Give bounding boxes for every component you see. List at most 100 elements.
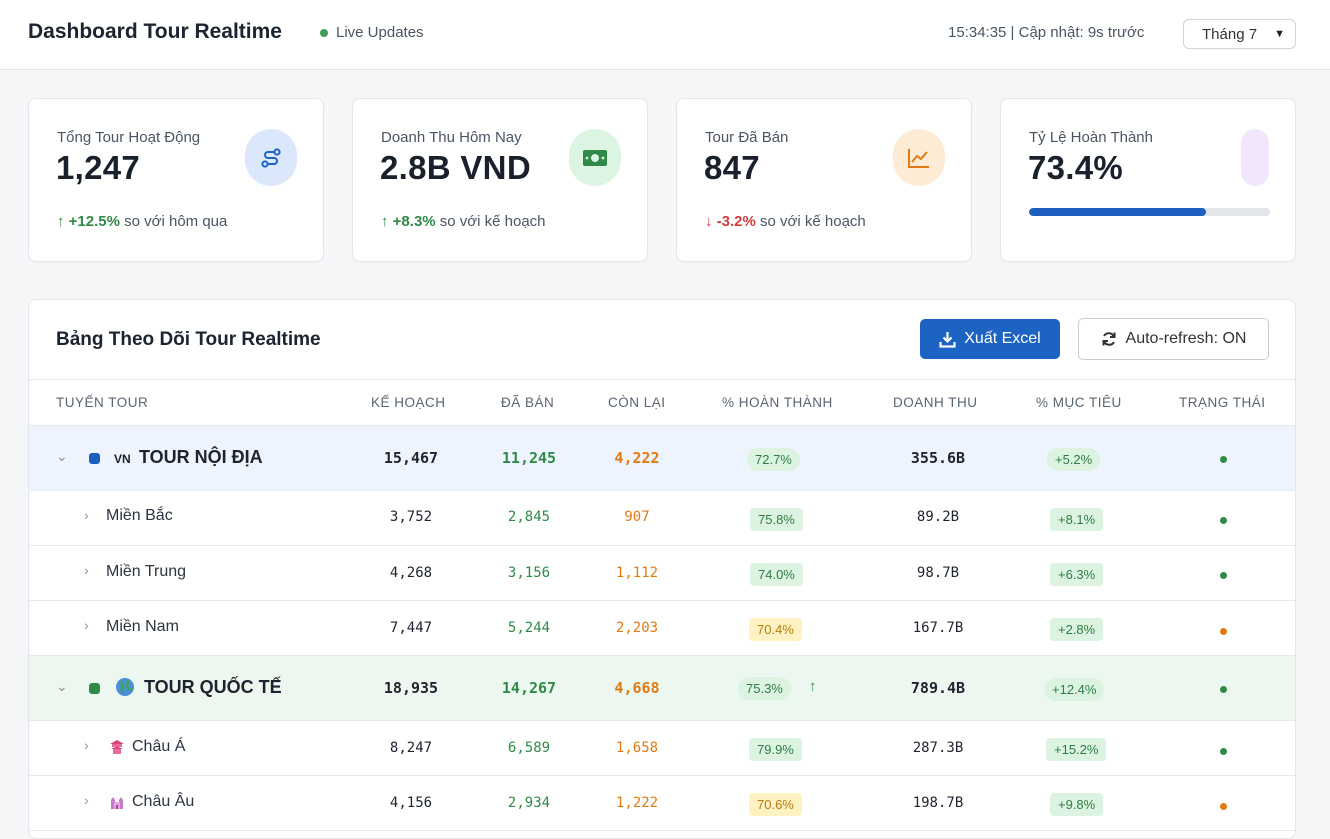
kpi-delta-value: -3.2% xyxy=(716,213,756,230)
kpi-delta-text: so với kế hoạch xyxy=(439,213,546,230)
panel-header: Bảng Theo Dõi Tour Realtime Xuất Excel A… xyxy=(29,300,1295,380)
group-name: TOUR NỘI ĐỊA xyxy=(139,447,263,467)
cell-sold: 14,267 xyxy=(501,679,557,697)
cell-sold: 3,156 xyxy=(507,565,551,581)
col-plan[interactable]: Kế Hoạch xyxy=(371,395,446,410)
kpi-delta: ↓ -3.2% so với kế hoạch xyxy=(705,213,866,230)
col-target[interactable]: % Mục Tiêu xyxy=(1036,395,1122,410)
cell-sold: 2,934 xyxy=(507,795,551,811)
cell-remaining: 1,658 xyxy=(615,740,659,756)
col-status[interactable]: Trạng Thái xyxy=(1179,395,1266,410)
cell-revenue: 789.4B xyxy=(910,679,966,697)
kpi-label: Tổng Tour Hoạt Động xyxy=(57,129,201,146)
export-excel-label: Xuất Excel xyxy=(964,330,1041,347)
target-badge: +5.2% xyxy=(1047,448,1101,471)
table-row[interactable]: › Châu Âu 4,156 2,934 1,222 70.6% 198.7B… xyxy=(29,776,1295,831)
kpi-delta: ↑ +12.5% so với hôm qua xyxy=(57,213,227,230)
tour-tracking-panel: Bảng Theo Dõi Tour Realtime Xuất Excel A… xyxy=(28,299,1296,839)
auto-refresh-toggle[interactable]: Auto-refresh: ON xyxy=(1078,318,1269,360)
cell-remaining: 2,203 xyxy=(615,620,659,636)
cell-sold: 11,245 xyxy=(501,449,557,467)
globe-icon xyxy=(115,677,135,701)
kpi-value: 1,247 xyxy=(56,149,141,186)
region-name: Miền Bắc xyxy=(106,507,173,524)
arrow-up-icon: ↑ xyxy=(381,213,389,230)
top-bar: Dashboard Tour Realtime Live Updates 15:… xyxy=(0,0,1330,70)
chevron-right-icon[interactable]: › xyxy=(84,562,89,578)
group-color-marker xyxy=(89,453,100,464)
completion-progress-fill xyxy=(1029,208,1206,216)
kpi-label: Tỷ Lệ Hoàn Thành xyxy=(1029,129,1153,146)
table-row[interactable]: › Châu Á 8,247 6,589 1,658 79.9% 287.3B … xyxy=(29,721,1295,776)
table-row[interactable]: › Miền Nam 7,447 5,244 2,203 70.4% 167.7… xyxy=(29,601,1295,656)
chevron-right-icon[interactable]: › xyxy=(84,737,89,753)
chevron-right-icon[interactable]: › xyxy=(84,507,89,523)
month-select[interactable]: Tháng 7 ▼ xyxy=(1183,19,1296,49)
cell-revenue: 287.3B xyxy=(912,740,964,756)
kpi-delta-value: +12.5% xyxy=(68,213,120,230)
kpi-value: 73.4% xyxy=(1028,149,1124,186)
kpi-delta-value: +8.3% xyxy=(392,213,436,230)
castle-icon xyxy=(108,793,126,815)
cell-plan: 18,935 xyxy=(383,679,439,697)
chevron-right-icon[interactable]: › xyxy=(84,792,89,808)
kpi-delta: ↑ +8.3% so với kế hoạch xyxy=(381,213,546,230)
kpi-card-completion-rate: Tỷ Lệ Hoàn Thành 73.4% xyxy=(1000,98,1296,262)
chevron-right-icon[interactable]: › xyxy=(84,617,89,633)
target-badge: +15.2% xyxy=(1046,738,1107,761)
chart-line-icon xyxy=(893,129,945,186)
col-remaining[interactable]: Còn Lại xyxy=(608,395,666,410)
kpi-value: 2.8B VND xyxy=(380,149,531,186)
kpi-value: 847 xyxy=(704,149,760,186)
table-row[interactable]: › Miền Trung 4,268 3,156 1,112 74.0% 98.… xyxy=(29,546,1295,601)
download-icon xyxy=(939,331,956,348)
kpi-delta-text: so với hôm qua xyxy=(124,213,228,230)
cell-plan: 4,156 xyxy=(389,795,433,811)
region-name: Châu Âu xyxy=(132,793,195,810)
completion-badge: 75.3% xyxy=(738,677,791,700)
vn-flag-icon: VN xyxy=(114,452,131,466)
status-dot xyxy=(1220,748,1227,755)
live-label: Live Updates xyxy=(336,24,424,41)
kpi-label: Doanh Thu Hôm Nay xyxy=(381,129,522,146)
completion-badge: 72.7% xyxy=(747,448,800,471)
group-name: TOUR QUỐC TẾ xyxy=(144,677,282,697)
live-indicator: Live Updates xyxy=(320,24,424,41)
chevron-down-icon[interactable]: ⌄ xyxy=(56,448,68,465)
cell-plan: 15,467 xyxy=(383,449,439,467)
status-dot xyxy=(1220,686,1227,693)
cell-plan: 4,268 xyxy=(389,565,433,581)
page-title: Dashboard Tour Realtime xyxy=(28,20,282,43)
status-dot xyxy=(1220,517,1227,524)
cell-remaining: 907 xyxy=(624,509,650,525)
table-row-group-international[interactable]: ⌄ TOUR QUỐC TẾ 18,935 14,267 4,668 75.3%… xyxy=(29,656,1295,721)
completion-badge: 75.8% xyxy=(750,508,803,531)
cell-remaining: 1,112 xyxy=(615,565,659,581)
export-excel-button[interactable]: Xuất Excel xyxy=(920,319,1060,359)
col-revenue[interactable]: Doanh Thu xyxy=(893,395,978,410)
table-row-group-domestic[interactable]: ⌄ VN TOUR NỘI ĐỊA 15,467 11,245 4,222 72… xyxy=(29,426,1295,491)
status-dot xyxy=(1220,572,1227,579)
cell-remaining: 4,222 xyxy=(614,449,660,467)
cell-plan: 8,247 xyxy=(389,740,433,756)
cell-sold: 6,589 xyxy=(507,740,551,756)
chevron-down-icon[interactable]: ⌄ xyxy=(56,678,68,695)
table-row[interactable]: › Miền Bắc 3,752 2,845 907 75.8% 89.2B +… xyxy=(29,491,1295,546)
region-name: Miền Trung xyxy=(106,563,187,580)
auto-refresh-label: Auto-refresh: ON xyxy=(1125,330,1247,347)
col-sold[interactable]: Đã Bán xyxy=(501,395,554,410)
arrow-up-icon: ↑ xyxy=(57,213,65,230)
update-time: 15:34:35 | Cập nhật: 9s trước xyxy=(948,24,1145,41)
kpi-card-tours-sold: Tour Đã Bán 847 ↓ -3.2% so với kế hoạch xyxy=(676,98,972,262)
kpi-label: Tour Đã Bán xyxy=(705,129,789,146)
status-dot xyxy=(1220,803,1227,810)
panel-title: Bảng Theo Dõi Tour Realtime xyxy=(56,329,321,350)
col-completion[interactable]: % Hoàn Thành xyxy=(722,395,833,410)
refresh-icon xyxy=(1102,332,1116,346)
kpi-delta-text: so với kế hoạch xyxy=(760,213,866,230)
status-dot xyxy=(1220,628,1227,635)
col-route[interactable]: Tuyến Tour xyxy=(56,395,148,410)
completion-badge: 74.0% xyxy=(750,563,803,586)
completion-badge: 70.4% xyxy=(749,618,802,641)
target-badge: +8.1% xyxy=(1050,508,1104,531)
